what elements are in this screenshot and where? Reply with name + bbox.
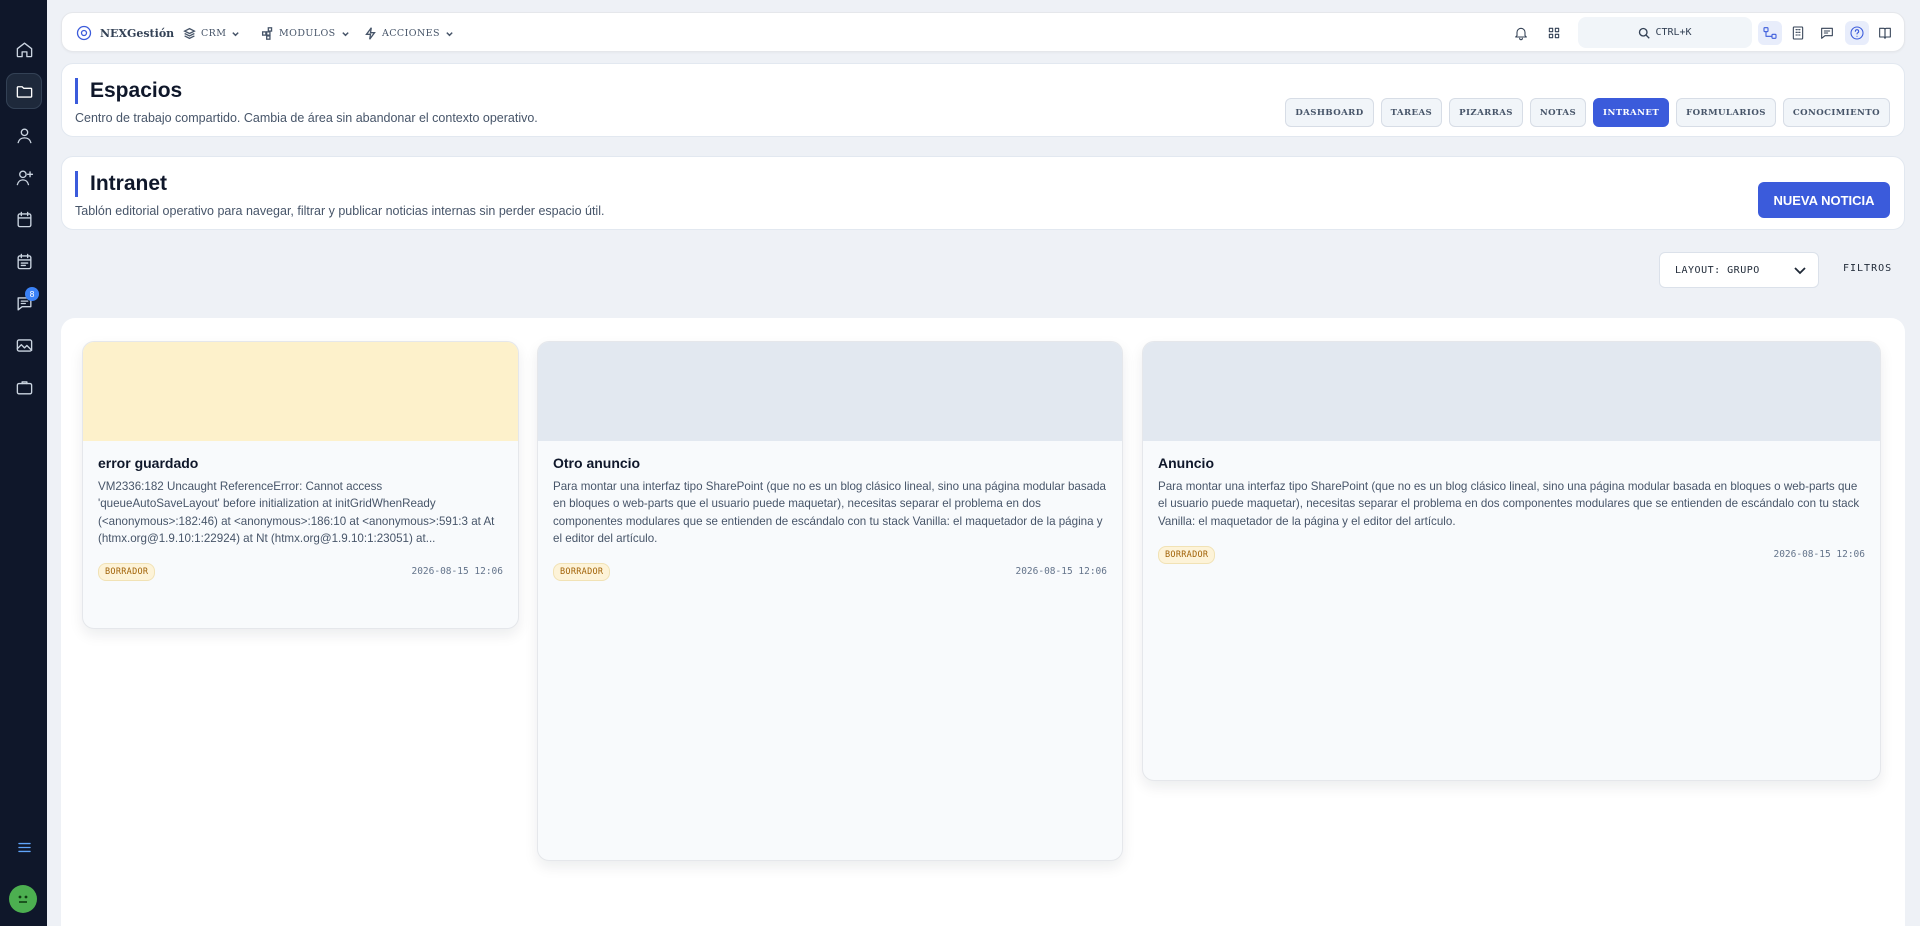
card-date: 2026-08-15 12:06 [1015,566,1107,577]
notifications-button[interactable] [1509,21,1533,45]
bell-icon [1515,27,1527,41]
news-card[interactable]: Anuncio Para montar una interfaz tipo Sh… [1142,341,1881,781]
bolt-icon [365,26,376,40]
section-subtitle: Tablón editorial operativo para navegar,… [75,204,605,218]
sidebar-menu-toggle[interactable] [6,829,42,865]
sidebar-item-home[interactable] [6,31,42,67]
menu-icon [17,842,31,852]
card-title: Anuncio [1158,455,1214,471]
intranet-panel: Intranet Tablón editorial operativo para… [61,156,1905,230]
sidebar-item-user[interactable] [6,117,42,153]
tab-notas[interactable]: NOTAS [1529,98,1587,127]
tab-formularios[interactable]: FORMULARIOS [1676,98,1776,127]
calendar-alt-icon [16,253,32,269]
card-title: Otro anuncio [553,455,641,471]
layout-select[interactable]: LAYOUT: GRUPO [1659,252,1819,288]
tab-intranet[interactable]: INTRANET [1593,98,1670,127]
sidebar-item-calendar[interactable] [6,201,42,237]
folder-icon [16,85,32,98]
company-button[interactable] [1786,21,1810,45]
menu-crm-label: CRM [201,27,227,39]
brand[interactable]: NEXGestión [76,23,174,43]
menu-crm[interactable]: CRM [183,23,240,43]
sidebar-item-gallery[interactable] [6,327,42,363]
card-excerpt: Para montar una interfaz tipo SharePoint… [553,480,1106,545]
chat-icon [1821,27,1833,39]
section-title: Intranet [75,171,167,197]
book-icon [1879,27,1891,39]
help-icon [1850,26,1864,40]
sidebar: 8 [0,0,47,926]
card-cover-image [538,342,1122,441]
layout-select-value: LAYOUT: GRUPO [1675,264,1760,276]
menu-modulos-label: MODULOS [279,27,336,39]
search-icon [1639,27,1651,39]
card-cover-image [83,342,518,441]
tab-dashboard[interactable]: DASHBOARD [1285,98,1374,127]
espacios-tabs: DASHBOARD TAREAS PIZARRAS NOTAS INTRANET… [1285,98,1890,127]
org-chart-button[interactable] [1758,21,1782,45]
calendar-icon [16,211,32,227]
status-badge: BORRADOR [1158,546,1216,564]
sidebar-item-calendar-alt[interactable] [6,243,42,279]
sidebar-item-briefcase[interactable] [6,369,42,405]
brand-logo-icon [76,25,92,41]
new-news-button[interactable]: NUEVA NOTICIA [1758,182,1890,218]
page-title: Espacios [75,78,182,104]
news-board: error guardado VM2336:182 Uncaught Refer… [61,318,1905,926]
layers-icon [183,27,196,39]
espacios-panel: Espacios Centro de trabajo compartido. C… [61,63,1905,137]
status-badge: BORRADOR [553,563,611,581]
card-date: 2026-08-15 12:06 [411,566,503,577]
tab-pizarras[interactable]: PIZARRAS [1449,98,1523,127]
messages-badge: 8 [25,287,39,301]
avatar[interactable] [9,885,37,913]
card-excerpt: VM2336:182 Uncaught ReferenceError: Cann… [98,480,495,545]
chevron-down-icon [1794,267,1806,275]
menu-acciones[interactable]: ACCIONES [364,23,454,43]
chevron-down-icon [232,31,240,36]
user-plus-icon [16,169,33,185]
search-shortcut: CTRL+K [1655,27,1692,38]
apps-button[interactable] [1542,21,1566,45]
image-icon [16,338,32,352]
home-icon [16,41,32,57]
menu-modulos[interactable]: MODULOS [261,23,350,43]
tab-tareas[interactable]: TAREAS [1380,98,1443,127]
docs-button[interactable] [1873,21,1897,45]
sidebar-item-messages[interactable]: 8 [6,285,42,321]
card-cover-image [1143,342,1880,441]
grid-icon [1548,27,1560,39]
avatar-face-icon [18,895,28,903]
page-subtitle: Centro de trabajo compartido. Cambia de … [75,111,538,125]
chevron-down-icon [446,31,453,36]
user-icon [16,127,32,143]
top-bar: NEXGestión CRM MODULOS ACCIONES CTRL+K [61,12,1905,52]
card-date: 2026-08-15 12:06 [1773,549,1865,560]
briefcase-icon [16,380,32,395]
brand-name: NEXGestión [100,26,175,40]
sidebar-item-add-user[interactable] [6,159,42,195]
news-card[interactable]: error guardado VM2336:182 Uncaught Refer… [82,341,519,629]
card-excerpt: Para montar una interfaz tipo SharePoint… [1158,480,1860,528]
news-card[interactable]: Otro anuncio Para montar una interfaz ti… [537,341,1123,861]
status-badge: BORRADOR [98,563,156,581]
chevron-down-icon [341,31,349,36]
menu-acciones-label: ACCIONES [382,27,440,39]
filters-button[interactable]: FILTROS [1843,263,1892,274]
tab-conocimiento[interactable]: CONOCIMIENTO [1782,98,1890,127]
card-title: error guardado [98,455,199,471]
modules-icon [261,26,273,40]
command-search[interactable]: CTRL+K [1578,17,1752,48]
building-icon [1792,26,1804,40]
sidebar-item-espacios[interactable] [6,73,42,109]
chat-button[interactable] [1815,21,1839,45]
hierarchy-icon [1763,27,1777,39]
help-button[interactable] [1845,21,1869,45]
